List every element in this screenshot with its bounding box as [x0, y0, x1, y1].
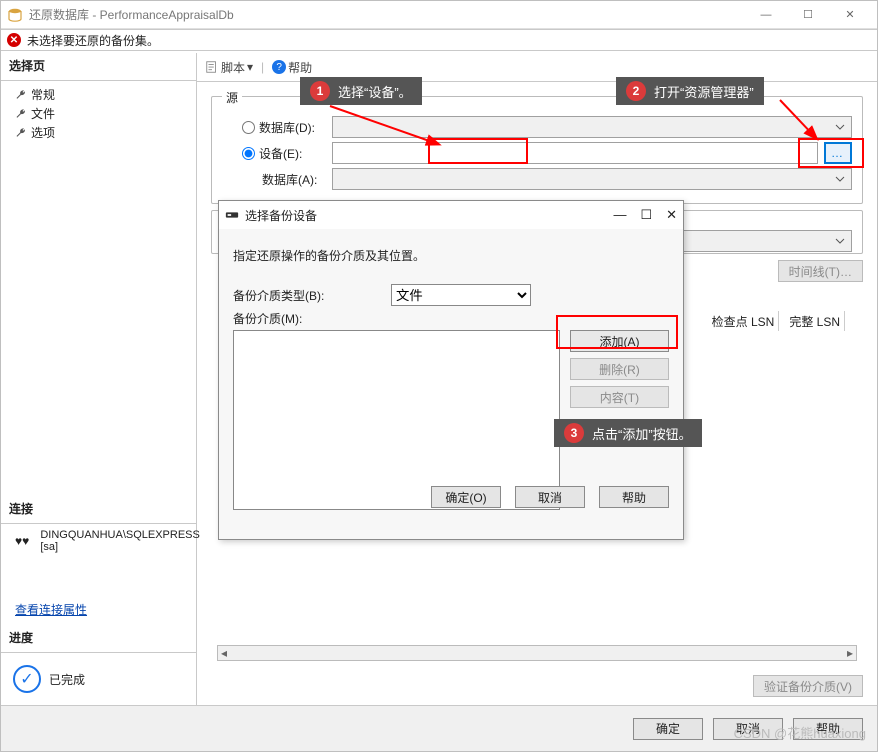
horizontal-scrollbar[interactable]: ◂ ▸	[217, 645, 857, 661]
media-listbox[interactable]	[233, 330, 560, 510]
modal-maximize-button[interactable]: ☐	[640, 207, 652, 223]
browse-button[interactable]: …	[824, 142, 852, 164]
scroll-left-button[interactable]: ◂	[218, 647, 230, 659]
titlebar: 还原数据库 - PerformanceAppraisalDb — ☐ ✕	[1, 1, 877, 29]
sidebar-item-general[interactable]: 常规	[9, 85, 188, 104]
callout-2: 2 打开“资源管理器”	[616, 77, 764, 105]
help-button[interactable]: ?帮助	[272, 59, 312, 76]
check-icon: ✓	[13, 665, 41, 693]
table-headers: 检查点 LSN 完整 LSN	[708, 311, 861, 331]
modal-titlebar: 选择备份设备 — ☐ ✕	[219, 201, 683, 229]
callout-1: 1 选择“设备”。	[300, 77, 422, 105]
callout-3-text: 点击“添加”按钮。	[592, 424, 692, 443]
callout-1-number: 1	[310, 81, 330, 101]
source-group: 源 数据库(D): 设备(E): … 数据库(A):	[211, 96, 863, 204]
error-bar: ✕ 未选择要还原的备份集。	[1, 29, 877, 51]
callout-2-text: 打开“资源管理器”	[654, 82, 754, 101]
wrench-icon	[15, 127, 27, 139]
verify-media-button: 验证备份介质(V)	[753, 675, 863, 697]
add-button[interactable]: 添加(A)	[570, 330, 669, 352]
close-button[interactable]: ✕	[829, 3, 871, 27]
main-footer: 确定 取消 帮助	[1, 705, 877, 751]
select-backup-device-dialog: 选择备份设备 — ☐ ✕ 指定还原操作的备份介质及其位置。 备份介质类型(B):…	[218, 200, 684, 540]
help-icon: ?	[272, 60, 286, 74]
callout-3-number: 3	[564, 423, 584, 443]
radio-device[interactable]: 设备(E):	[222, 145, 332, 162]
modal-description: 指定还原操作的备份介质及其位置。	[233, 247, 669, 264]
source-db-combo[interactable]	[332, 116, 852, 138]
maximize-button[interactable]: ☐	[787, 3, 829, 27]
source-db-label: 数据库(A):	[222, 171, 332, 188]
modal-close-button[interactable]: ✕	[666, 207, 677, 223]
modal-cancel-button[interactable]: 取消	[515, 486, 585, 508]
sidebar: 选择页 常规 文件 选项 连接 ♥♥ DINGQUANHUA\SQLEXPRES…	[1, 53, 197, 705]
callout-1-text: 选择“设备”。	[338, 82, 412, 101]
modal-ok-button[interactable]: 确定(O)	[431, 486, 501, 508]
sidebar-item-files[interactable]: 文件	[9, 104, 188, 123]
col-checkpoint-lsn[interactable]: 检查点 LSN	[708, 311, 780, 331]
modal-minimize-button[interactable]: —	[613, 207, 626, 223]
remove-button: 删除(R)	[570, 358, 669, 380]
db-icon	[7, 7, 23, 23]
callout-2-number: 2	[626, 81, 646, 101]
view-connection-link[interactable]: 查看连接属性	[15, 601, 87, 618]
minimize-button[interactable]: —	[745, 3, 787, 27]
sidebar-item-options[interactable]: 选项	[9, 123, 188, 142]
radio-database[interactable]: 数据库(D):	[222, 119, 332, 136]
connection-server: ♥♥ DINGQUANHUA\SQLEXPRESS [sa]	[9, 528, 188, 554]
device-icon	[225, 208, 239, 222]
source-dbname-combo[interactable]	[332, 168, 852, 190]
device-path-input[interactable]	[332, 142, 818, 164]
sidebar-header-pages: 选择页	[9, 57, 188, 74]
toolbar: 脚本 ▾ | ?帮助	[201, 55, 873, 79]
modal-title: 选择备份设备	[245, 207, 613, 224]
error-text: 未选择要还原的备份集。	[27, 32, 159, 49]
script-button[interactable]: 脚本 ▾	[205, 59, 253, 76]
media-type-select[interactable]: 文件	[391, 284, 531, 306]
chevron-down-icon	[833, 234, 847, 248]
cancel-button[interactable]: 取消	[713, 718, 783, 740]
sidebar-header-connection: 连接	[9, 500, 188, 517]
modal-help-button[interactable]: 帮助	[599, 486, 669, 508]
wrench-icon	[15, 89, 27, 101]
col-full-lsn[interactable]: 完整 LSN	[785, 311, 845, 331]
contents-button: 内容(T)	[570, 386, 669, 408]
progress-indicator: ✓ 已完成	[9, 657, 188, 701]
media-type-label: 备份介质类型(B):	[233, 287, 383, 304]
media-label: 备份介质(M):	[233, 310, 383, 327]
sidebar-header-progress: 进度	[9, 629, 188, 646]
source-legend: 源	[222, 89, 242, 106]
script-icon	[205, 60, 219, 74]
chevron-down-icon	[833, 172, 847, 186]
window-title: 还原数据库 - PerformanceAppraisalDb	[29, 6, 745, 23]
chevron-down-icon	[833, 120, 847, 134]
wrench-icon	[15, 108, 27, 120]
scroll-right-button[interactable]: ▸	[844, 647, 856, 659]
error-icon: ✕	[7, 33, 21, 47]
timeline-button: 时间线(T)…	[778, 260, 863, 282]
help-button[interactable]: 帮助	[793, 718, 863, 740]
ok-button[interactable]: 确定	[633, 718, 703, 740]
callout-3: 3 点击“添加”按钮。	[554, 419, 702, 447]
